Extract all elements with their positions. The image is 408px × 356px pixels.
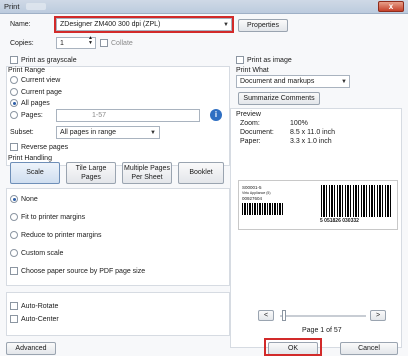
collate-label: Collate: [111, 40, 133, 47]
pages-value: 1-57: [92, 112, 107, 119]
label-preview: S00001-5 Virtu Appliance (5) 00927604 5 …: [238, 180, 398, 230]
pages-input[interactable]: 1-57: [56, 109, 200, 122]
copies-label: Copies:: [10, 40, 34, 47]
tab-tile-large-pages[interactable]: Tile Large Pages: [66, 162, 116, 184]
print-what-value: Document and markups: [240, 78, 315, 85]
cancel-button[interactable]: Cancel: [340, 342, 398, 355]
pages-radio[interactable]: [10, 111, 18, 119]
summarize-comments-button[interactable]: Summarize Comments: [238, 92, 320, 105]
auto-options-panel: [6, 292, 230, 336]
zoom-value: 100%: [290, 120, 308, 127]
tab-booklet[interactable]: Booklet: [178, 162, 224, 184]
print-handling-header: Print Handling: [8, 155, 52, 162]
tab-multiple-pages[interactable]: Multiple Pages Per Sheet: [122, 162, 172, 184]
ok-highlight: [264, 338, 322, 356]
all-pages-label: All pages: [21, 100, 50, 107]
current-page-radio[interactable]: [10, 88, 18, 96]
current-page-label: Current page: [21, 89, 62, 96]
paper-value: 3.3 x 1.0 inch: [290, 138, 332, 145]
label-line-3: 00927604: [242, 196, 263, 201]
copies-value: 1: [60, 40, 64, 47]
reverse-pages-checkbox[interactable]: [10, 143, 18, 151]
all-pages-radio[interactable]: [10, 99, 18, 107]
window-title: Print: [4, 2, 20, 11]
page-slider-track[interactable]: [280, 315, 366, 317]
subset-value: All pages in range: [60, 129, 117, 136]
close-button[interactable]: x: [378, 1, 404, 12]
info-icon[interactable]: i: [210, 109, 222, 121]
fit-margins-radio[interactable]: [10, 213, 18, 221]
label-line-2: Virtu Appliance (5): [242, 191, 271, 195]
page-slider-handle[interactable]: [282, 310, 286, 321]
tab-scale[interactable]: Scale: [10, 162, 60, 184]
document-value: 8.5 x 11.0 inch: [290, 129, 336, 136]
print-what-select[interactable]: Document and markups: [236, 75, 350, 88]
print-what-header: Print What: [236, 67, 269, 74]
auto-center-label: Auto-Center: [21, 316, 59, 323]
prev-page-button[interactable]: <: [258, 310, 274, 321]
barcode-text: 5 051826 030332: [319, 218, 360, 224]
grayscale-checkbox[interactable]: [10, 56, 18, 64]
name-label: Name:: [10, 21, 31, 28]
current-view-label: Current view: [21, 77, 61, 84]
next-page-button[interactable]: >: [370, 310, 386, 321]
reduce-margins-radio[interactable]: [10, 231, 18, 239]
custom-scale-label: Custom scale: [21, 250, 64, 257]
auto-rotate-checkbox[interactable]: [10, 302, 18, 310]
reduce-margins-label: Reduce to printer margins: [21, 232, 102, 239]
small-barcode: [242, 203, 284, 215]
paper-source-label: Choose paper source by PDF page size: [21, 268, 146, 275]
label-line-1: S00001-5: [242, 185, 262, 190]
preview-header: Preview: [236, 111, 261, 118]
scale-none-label: None: [21, 196, 38, 203]
page-indicator: Page 1 of 57: [302, 327, 342, 334]
chevron-down-icon: ▼: [341, 79, 347, 85]
subset-label: Subset:: [10, 129, 34, 136]
stepper-arrows-icon[interactable]: ▲ ▼: [88, 36, 93, 46]
auto-rotate-label: Auto-Rotate: [21, 303, 59, 310]
print-as-image-checkbox[interactable]: [236, 56, 244, 64]
current-view-radio[interactable]: [10, 76, 18, 84]
paper-label: Paper:: [240, 138, 261, 145]
paper-source-checkbox[interactable]: [10, 267, 18, 275]
collate-checkbox[interactable]: [100, 39, 108, 47]
subset-select[interactable]: All pages in range: [56, 126, 160, 139]
scale-none-radio[interactable]: [10, 195, 18, 203]
advanced-button[interactable]: Advanced: [6, 342, 56, 355]
grayscale-label: Print as grayscale: [21, 57, 77, 64]
auto-center-checkbox[interactable]: [10, 315, 18, 323]
custom-scale-radio[interactable]: [10, 249, 18, 257]
pages-label: Pages:: [21, 112, 43, 119]
title-blur: [26, 3, 46, 10]
print-as-image-label: Print as image: [247, 57, 292, 64]
print-dialog: Name: ZDesigner ZM400 300 dpi (ZPL) ▼ Pr…: [0, 14, 408, 356]
title-bar: Print x: [0, 0, 408, 14]
zoom-label: Zoom:: [240, 120, 260, 127]
main-barcode: [321, 185, 393, 217]
print-range-header: Print Range: [8, 67, 45, 74]
properties-button[interactable]: Properties: [238, 19, 288, 32]
printer-highlight: [54, 16, 234, 33]
document-label: Document:: [240, 129, 274, 136]
chevron-down-icon: ▼: [150, 130, 156, 136]
reverse-pages-label: Reverse pages: [21, 144, 69, 151]
fit-margins-label: Fit to printer margins: [21, 214, 86, 221]
